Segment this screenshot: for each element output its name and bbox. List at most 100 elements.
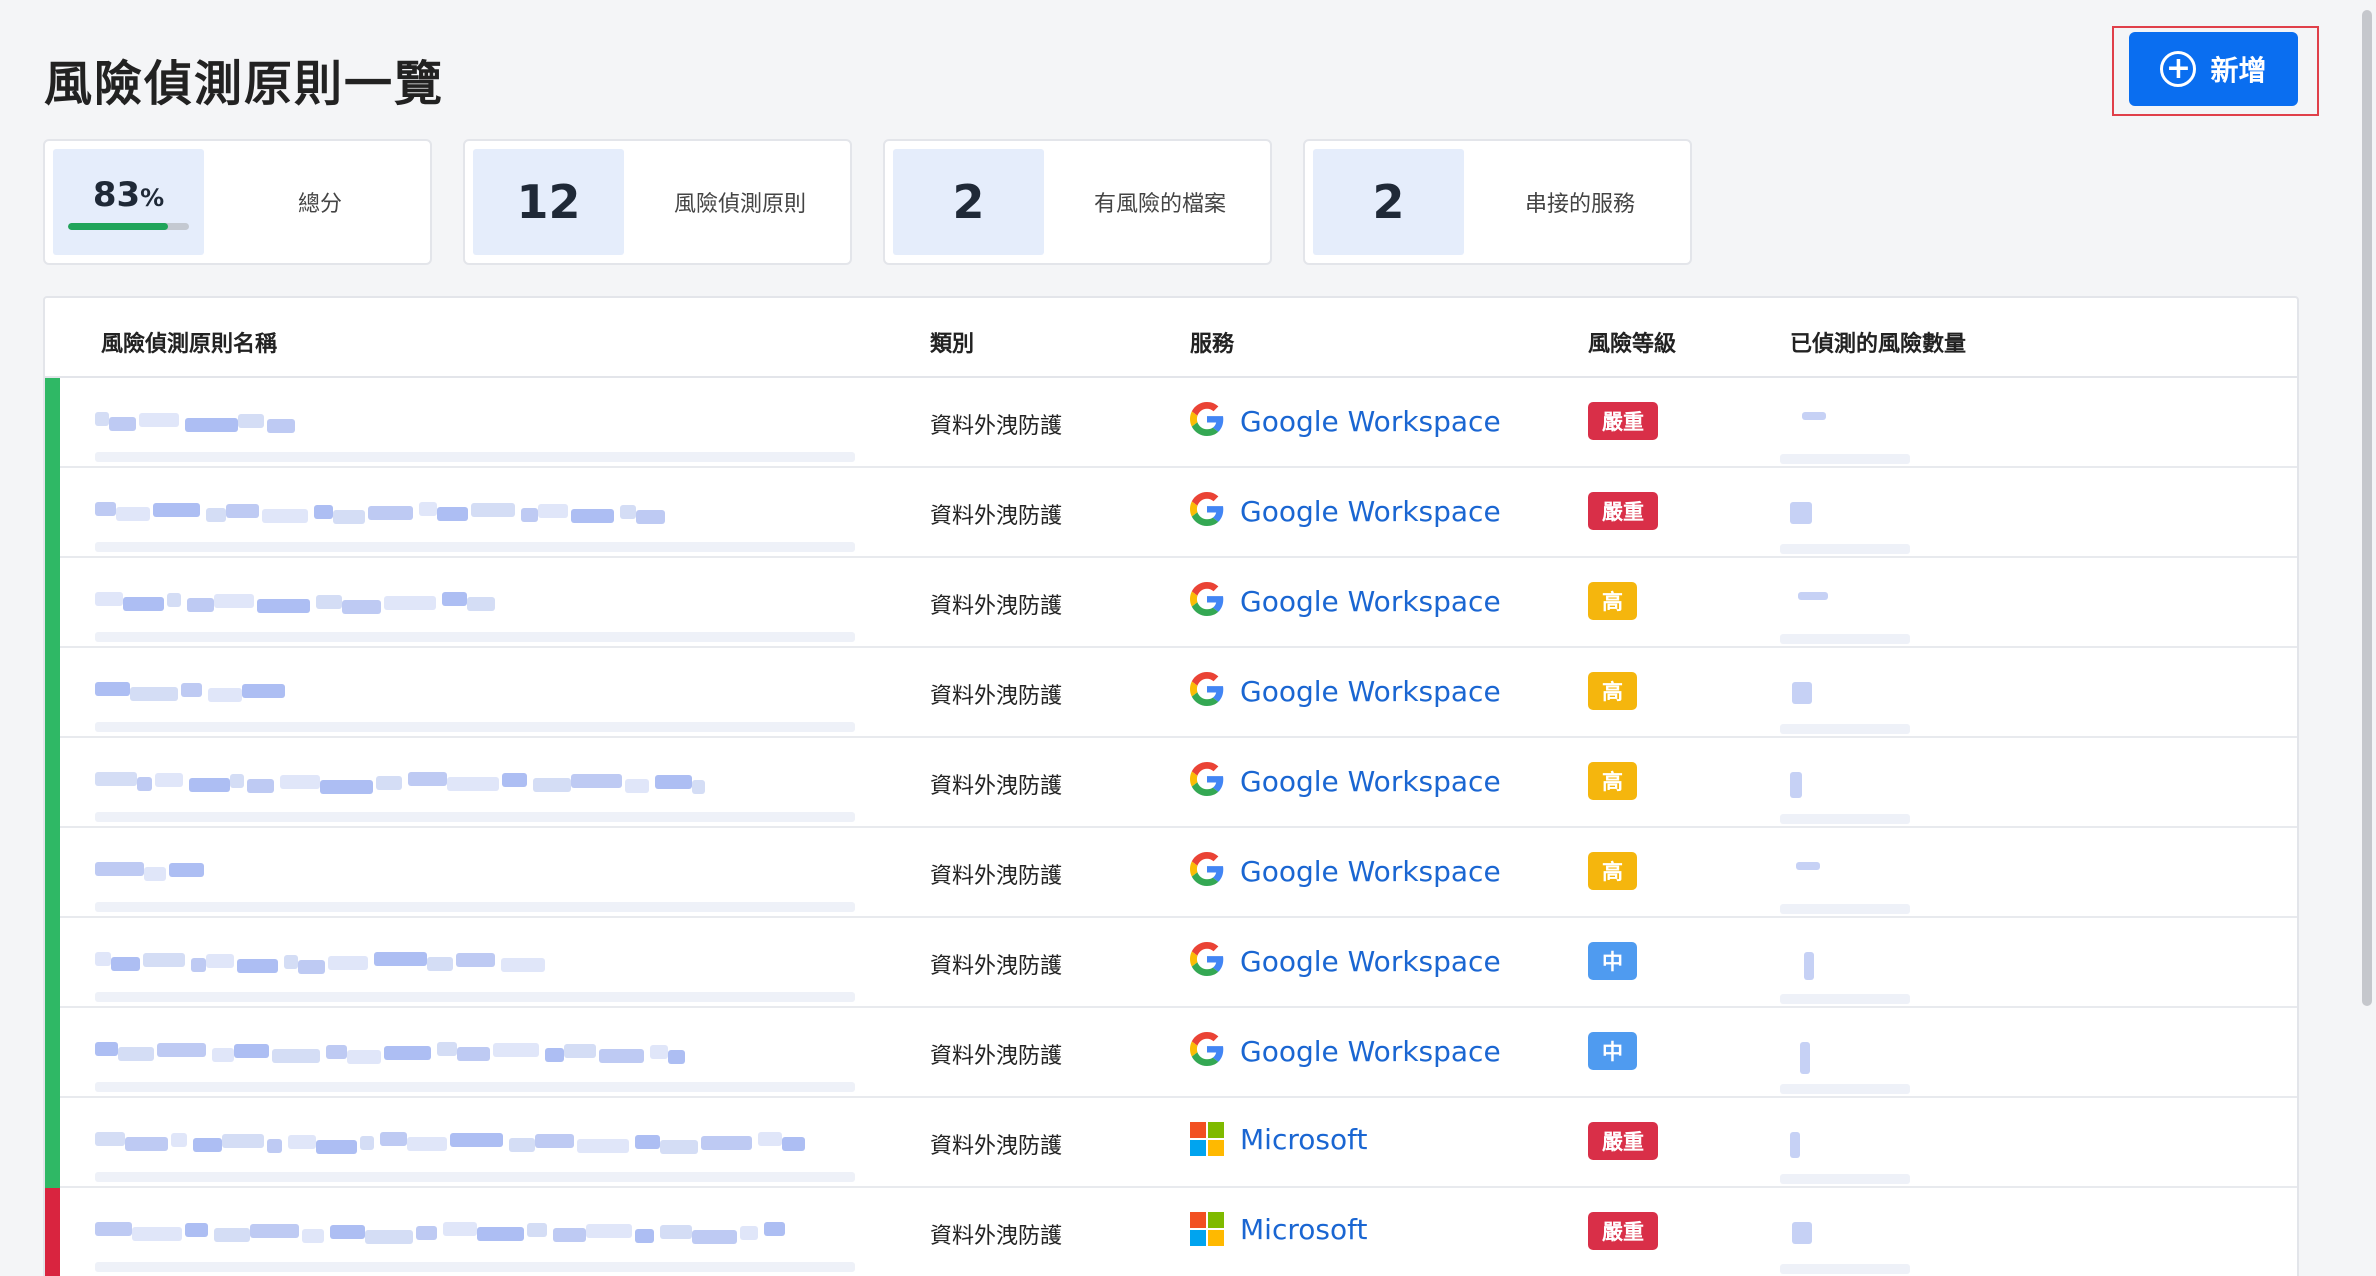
service-link[interactable]: Google Workspace	[1240, 765, 1501, 798]
add-rule-button[interactable]: + 新增	[2129, 32, 2298, 106]
google-icon	[1190, 672, 1224, 710]
row-status-bar	[45, 1098, 60, 1188]
service-cell: Google Workspace	[1190, 942, 1501, 980]
risk-count-redacted[interactable]	[1780, 766, 1910, 824]
rule-name-redacted[interactable]	[95, 496, 855, 552]
table-row[interactable]: 資料外洩防護 Google Workspace 高	[45, 828, 2297, 918]
row-status-bar	[45, 648, 60, 738]
stat-card-risky-files: 2 有風險的檔案	[883, 139, 1272, 265]
table-header: 風險偵測原則名稱 類別 服務 風險等級 已偵測的風險數量	[45, 298, 2297, 378]
add-button-label: 新增	[2210, 54, 2267, 87]
microsoft-icon	[1190, 1122, 1224, 1156]
stat-card-rules: 12 風險偵測原則	[463, 139, 852, 265]
risk-count-redacted[interactable]	[1780, 1216, 1910, 1274]
rule-name-redacted[interactable]	[95, 406, 855, 462]
stat-value-risky-files: 2	[893, 149, 1044, 255]
stat-value-services: 2	[1313, 149, 1464, 255]
stat-value-rules: 12	[473, 149, 624, 255]
table-row[interactable]: 資料外洩防護 Google Workspace 中	[45, 918, 2297, 1008]
category-cell: 資料外洩防護	[930, 954, 1063, 979]
risk-count-redacted[interactable]	[1780, 586, 1910, 644]
service-cell: Microsoft	[1190, 1122, 1367, 1156]
rule-name-redacted[interactable]	[95, 1126, 855, 1182]
google-icon	[1190, 942, 1224, 980]
category-cell: 資料外洩防護	[930, 1044, 1063, 1069]
risk-count-redacted[interactable]	[1780, 946, 1910, 1004]
service-cell: Microsoft	[1190, 1212, 1367, 1246]
rule-name-redacted[interactable]	[95, 586, 855, 642]
plus-circle-icon: +	[2160, 51, 2197, 87]
rule-name-redacted[interactable]	[95, 1216, 855, 1272]
service-link[interactable]: Google Workspace	[1240, 495, 1501, 528]
row-status-bar	[45, 738, 60, 828]
category-cell: 資料外洩防護	[930, 414, 1063, 439]
risk-count-redacted[interactable]	[1780, 496, 1910, 554]
rule-name-redacted[interactable]	[95, 766, 855, 822]
risk-level-badge: 中	[1588, 1032, 1637, 1070]
table-row[interactable]: 資料外洩防護 Google Workspace 高	[45, 738, 2297, 828]
service-cell: Google Workspace	[1190, 1032, 1501, 1070]
scrollbar-thumb[interactable]	[2362, 10, 2372, 1006]
row-status-bar	[45, 378, 60, 468]
stat-card-services: 2 串接的服務	[1303, 139, 1692, 265]
stat-card-score: 83% 總分	[43, 139, 432, 265]
service-link[interactable]: Google Workspace	[1240, 585, 1501, 618]
score-value: 83%	[92, 174, 165, 215]
table-row[interactable]: 資料外洩防護 Google Workspace 高	[45, 558, 2297, 648]
risk-count-redacted[interactable]	[1780, 1036, 1910, 1094]
google-icon	[1190, 852, 1224, 890]
google-icon	[1190, 402, 1224, 440]
risk-level-badge: 高	[1588, 762, 1637, 800]
page-title: 風險偵測原則一覽	[44, 56, 445, 112]
risk-level-badge: 嚴重	[1588, 402, 1658, 440]
rules-table: 風險偵測原則名稱 類別 服務 風險等級 已偵測的風險數量 資料外洩防護 Googl…	[43, 296, 2299, 1276]
risk-count-redacted[interactable]	[1780, 406, 1910, 464]
service-cell: Google Workspace	[1190, 402, 1501, 440]
service-link[interactable]: Google Workspace	[1240, 675, 1501, 708]
table-row[interactable]: 資料外洩防護 Microsoft 嚴重	[45, 1188, 2297, 1276]
column-header-risk-level[interactable]: 風險等級	[1588, 326, 1676, 358]
page-scrollbar[interactable]	[2360, 0, 2376, 1276]
risk-level-badge: 高	[1588, 852, 1637, 890]
row-status-bar	[45, 1008, 60, 1098]
table-row[interactable]: 資料外洩防護 Google Workspace 中	[45, 1008, 2297, 1098]
category-cell: 資料外洩防護	[930, 504, 1063, 529]
row-status-bar	[45, 468, 60, 558]
category-cell: 資料外洩防護	[930, 774, 1063, 799]
category-cell: 資料外洩防護	[930, 594, 1063, 619]
service-cell: Google Workspace	[1190, 762, 1501, 800]
table-row[interactable]: 資料外洩防護 Google Workspace 嚴重	[45, 468, 2297, 558]
service-link[interactable]: Microsoft	[1240, 1213, 1367, 1246]
risk-level-badge: 高	[1588, 582, 1637, 620]
rule-name-redacted[interactable]	[95, 676, 855, 732]
table-row[interactable]: 資料外洩防護 Google Workspace 高	[45, 648, 2297, 738]
risk-level-badge: 中	[1588, 942, 1637, 980]
service-link[interactable]: Google Workspace	[1240, 855, 1501, 888]
rule-name-redacted[interactable]	[95, 856, 855, 912]
risk-count-redacted[interactable]	[1780, 1126, 1910, 1184]
row-status-bar	[45, 828, 60, 918]
column-header-risk-count[interactable]: 已偵測的風險數量	[1790, 326, 1966, 358]
microsoft-icon	[1190, 1212, 1224, 1246]
column-header-category[interactable]: 類別	[930, 326, 974, 358]
row-status-bar	[45, 558, 60, 648]
table-row[interactable]: 資料外洩防護 Microsoft 嚴重	[45, 1098, 2297, 1188]
table-row[interactable]: 資料外洩防護 Google Workspace 嚴重	[45, 378, 2297, 468]
service-link[interactable]: Microsoft	[1240, 1123, 1367, 1156]
service-link[interactable]: Google Workspace	[1240, 945, 1501, 978]
risk-level-badge: 高	[1588, 672, 1637, 710]
stat-label-score: 總分	[297, 192, 342, 217]
column-header-name[interactable]: 風險偵測原則名稱	[101, 326, 277, 358]
service-link[interactable]: Google Workspace	[1240, 1035, 1501, 1068]
rule-name-redacted[interactable]	[95, 1036, 855, 1092]
risk-count-redacted[interactable]	[1780, 676, 1910, 734]
service-link[interactable]: Google Workspace	[1240, 405, 1501, 438]
category-cell: 資料外洩防護	[930, 864, 1063, 889]
category-cell: 資料外洩防護	[930, 1224, 1063, 1249]
rule-name-redacted[interactable]	[95, 946, 855, 1002]
stat-label-services: 串接的服務	[1524, 192, 1635, 217]
category-cell: 資料外洩防護	[930, 684, 1063, 709]
stat-label-rules: 風險偵測原則	[673, 192, 806, 217]
column-header-service[interactable]: 服務	[1190, 326, 1234, 358]
risk-count-redacted[interactable]	[1780, 856, 1910, 914]
